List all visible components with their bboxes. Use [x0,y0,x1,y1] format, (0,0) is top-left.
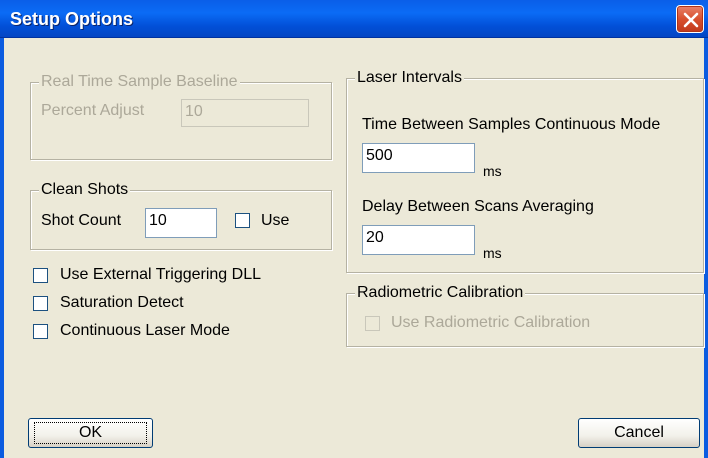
saturation-detect-label: Saturation Detect [60,294,184,311]
continuous-laser-checkbox[interactable] [33,324,48,339]
saturation-detect-checkbox[interactable] [33,296,48,311]
radiometric-group: Radiometric Calibration Use Radiometric … [346,283,704,347]
ok-button[interactable]: OK [28,418,153,448]
laser-intervals-legend: Laser Intervals [355,68,464,88]
shot-count-field[interactable]: 10 [145,208,217,238]
window-title: Setup Options [10,9,133,29]
ok-button-label: OK [33,422,148,444]
radiometric-label: Use Radiometric Calibration [391,314,591,331]
cancel-button[interactable]: Cancel [578,418,700,448]
continuous-interval-field[interactable]: 500 [362,143,475,173]
baseline-legend: Real Time Sample Baseline [39,72,240,92]
shot-count-label: Shot Count [41,212,122,229]
window-frame-left [0,38,4,458]
external-trigger-checkbox[interactable] [33,268,48,283]
continuous-interval-unit: ms [483,163,502,179]
clean-shots-use-label: Use [261,212,290,229]
baseline-group: Real Time Sample Baseline Percent Adjust… [30,72,332,160]
clean-shots-use-checkbox[interactable] [235,213,250,228]
window-frame-right [704,38,708,458]
close-icon [683,12,699,28]
averaging-delay-field[interactable]: 20 [362,225,475,255]
averaging-delay-label: Delay Between Scans Averaging [362,198,594,215]
radiometric-checkbox[interactable] [365,316,380,331]
clean-shots-group: Clean Shots Shot Count 10 Use [30,180,332,250]
close-button[interactable] [676,5,704,33]
title-bar[interactable]: Setup Options [0,0,708,38]
averaging-delay-unit: ms [483,245,502,261]
continuous-interval-label: Time Between Samples Continuous Mode [362,116,661,133]
continuous-laser-label: Continuous Laser Mode [60,322,230,339]
radiometric-legend: Radiometric Calibration [355,283,526,303]
clean-shots-legend: Clean Shots [39,180,131,200]
laser-intervals-group: Laser Intervals Time Between Samples Con… [346,68,704,273]
external-trigger-label: Use External Triggering DLL [60,266,261,283]
percent-adjust-label: Percent Adjust [41,102,145,119]
percent-adjust-field[interactable]: 10 [181,99,309,127]
